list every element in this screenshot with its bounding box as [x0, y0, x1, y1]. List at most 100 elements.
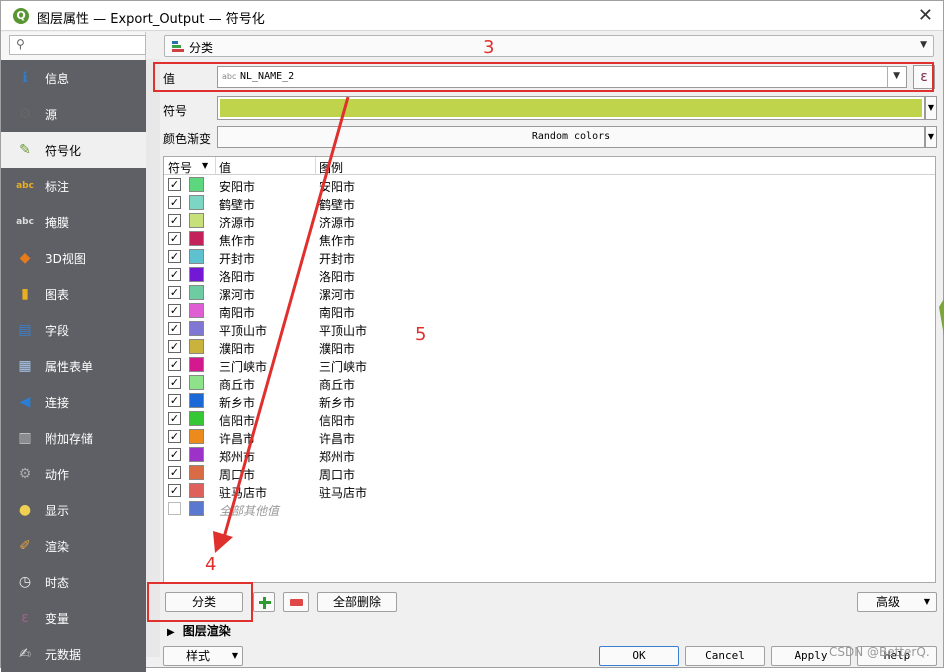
row-legend[interactable]: 信阳市 — [319, 412, 355, 429]
sidebar-item[interactable]: ✐ 渲染 — [1, 528, 146, 564]
symbol-swatch[interactable] — [189, 195, 204, 210]
row-legend[interactable]: 驻马店市 — [319, 484, 367, 501]
row-value[interactable]: 鹤壁市 — [219, 196, 255, 213]
row-checkbox[interactable]: ✓ — [168, 358, 181, 371]
row-checkbox[interactable]: ✓ — [168, 196, 181, 209]
table-row[interactable]: ✓ 驻马店市 驻马店市 — [164, 482, 935, 500]
row-checkbox[interactable]: ✓ — [168, 232, 181, 245]
symbol-swatch[interactable] — [189, 285, 204, 300]
row-value[interactable]: 济源市 — [219, 214, 255, 231]
table-row[interactable]: ✓ 濮阳市 濮阳市 — [164, 338, 935, 356]
row-checkbox[interactable]: ✓ — [168, 430, 181, 443]
row-checkbox[interactable]: ✓ — [168, 394, 181, 407]
symbol-swatch[interactable] — [189, 339, 204, 354]
row-value[interactable]: 信阳市 — [219, 412, 255, 429]
table-row[interactable]: ✓ 平顶山市 平顶山市 — [164, 320, 935, 338]
ok-button[interactable]: OK — [599, 646, 679, 666]
symbol-swatch[interactable] — [189, 393, 204, 408]
row-legend[interactable]: 周口市 — [319, 466, 355, 483]
advanced-button[interactable]: 高级 ▼ — [857, 592, 937, 612]
sidebar-item[interactable]: ▦ 属性表单 — [1, 348, 146, 384]
row-checkbox[interactable]: ✓ — [168, 268, 181, 281]
sidebar-item[interactable]: abc 掩膜 — [1, 204, 146, 240]
renderer-type-select[interactable]: 分类 ▼ — [164, 35, 934, 57]
sidebar-item[interactable]: ⚙ 动作 — [1, 456, 146, 492]
table-row[interactable]: ✓ 济源市 济源市 — [164, 212, 935, 230]
row-checkbox[interactable]: ✓ — [168, 448, 181, 461]
row-value[interactable]: 濮阳市 — [219, 340, 255, 357]
symbol-swatch[interactable] — [189, 321, 204, 336]
layer-rendering-section[interactable]: ▶ 图层渲染 — [167, 622, 231, 639]
row-checkbox[interactable]: ✓ — [168, 286, 181, 299]
symbol-swatch[interactable] — [189, 501, 204, 516]
search-input[interactable]: ⚲ — [9, 35, 146, 55]
sidebar-item[interactable]: ✎ 符号化 — [1, 132, 146, 168]
symbol-swatch[interactable] — [189, 411, 204, 426]
color-ramp-select[interactable]: Random colors — [217, 126, 925, 148]
table-row[interactable]: ✓ 许昌市 许昌市 — [164, 428, 935, 446]
row-legend[interactable]: 开封市 — [319, 250, 355, 267]
table-row[interactable]: ✓ 漯河市 漯河市 — [164, 284, 935, 302]
row-value[interactable]: 平顶山市 — [219, 322, 267, 339]
row-value[interactable]: 安阳市 — [219, 178, 255, 195]
row-legend[interactable]: 濮阳市 — [319, 340, 355, 357]
symbol-swatch[interactable] — [189, 429, 204, 444]
table-row[interactable]: ✓ 鹤壁市 鹤壁市 — [164, 194, 935, 212]
sidebar-item[interactable]: ◀ 连接 — [1, 384, 146, 420]
column-header-legend[interactable]: 图例 — [319, 159, 343, 176]
sidebar-item[interactable]: ⚙ 源 — [1, 96, 146, 132]
sidebar-item[interactable]: ε 变量 — [1, 600, 146, 636]
symbol-button[interactable] — [217, 96, 925, 120]
table-row[interactable]: ✓ 商丘市 商丘市 — [164, 374, 935, 392]
row-value[interactable]: 三门峡市 — [219, 358, 267, 375]
row-legend[interactable]: 许昌市 — [319, 430, 355, 447]
color-ramp-dropdown-arrow[interactable]: ▼ — [925, 126, 937, 148]
sidebar-item[interactable]: ● 显示 — [1, 492, 146, 528]
row-legend[interactable]: 新乡市 — [319, 394, 355, 411]
symbol-swatch[interactable] — [189, 177, 204, 192]
sidebar-scrollbar[interactable] — [146, 59, 160, 657]
add-category-button[interactable] — [253, 592, 275, 612]
row-value[interactable]: 南阳市 — [219, 304, 255, 321]
table-row[interactable]: ✓ 周口市 周口市 — [164, 464, 935, 482]
row-checkbox[interactable]: ✓ — [168, 412, 181, 425]
sidebar-item[interactable]: ℹ 信息 — [1, 60, 146, 96]
row-checkbox[interactable]: ✓ — [168, 178, 181, 191]
symbol-dropdown-arrow[interactable]: ▼ — [925, 96, 937, 120]
symbol-swatch[interactable] — [189, 267, 204, 282]
row-checkbox[interactable]: ✓ — [168, 250, 181, 263]
table-row[interactable]: ✓ 信阳市 信阳市 — [164, 410, 935, 428]
row-legend[interactable]: 洛阳市 — [319, 268, 355, 285]
row-checkbox[interactable]: ✓ — [168, 304, 181, 317]
row-legend[interactable]: 焦作市 — [319, 232, 355, 249]
table-row[interactable]: ✓ 洛阳市 洛阳市 — [164, 266, 935, 284]
row-value[interactable]: 焦作市 — [219, 232, 255, 249]
symbol-swatch[interactable] — [189, 231, 204, 246]
style-menu-button[interactable]: 样式 ▼ — [163, 646, 243, 666]
symbol-swatch[interactable] — [189, 249, 204, 264]
table-row[interactable]: ✓ 三门峡市 三门峡市 — [164, 356, 935, 374]
table-row[interactable]: 全部其他值 — [164, 500, 935, 518]
close-icon[interactable]: ✕ — [918, 5, 933, 26]
table-row[interactable]: ✓ 安阳市 安阳市 — [164, 176, 935, 194]
row-value[interactable]: 开封市 — [219, 250, 255, 267]
row-value[interactable]: 新乡市 — [219, 394, 255, 411]
row-legend[interactable]: 郑州市 — [319, 448, 355, 465]
row-legend[interactable]: 南阳市 — [319, 304, 355, 321]
row-legend[interactable]: 三门峡市 — [319, 358, 367, 375]
delete-all-button[interactable]: 全部删除 — [317, 592, 397, 612]
sidebar-item[interactable]: ◷ 时态 — [1, 564, 146, 600]
sidebar-item[interactable]: ▤ 字段 — [1, 312, 146, 348]
row-legend[interactable]: 商丘市 — [319, 376, 355, 393]
sidebar-item[interactable]: ▮ 图表 — [1, 276, 146, 312]
row-value[interactable]: 全部其他值 — [219, 502, 279, 519]
row-checkbox[interactable]: ✓ — [168, 322, 181, 335]
column-header-value[interactable]: 值 — [219, 159, 231, 176]
symbol-swatch[interactable] — [189, 213, 204, 228]
delete-category-button[interactable] — [283, 592, 309, 612]
column-header-symbol[interactable]: 符号 — [168, 159, 192, 176]
row-value[interactable]: 漯河市 — [219, 286, 255, 303]
row-checkbox[interactable]: ✓ — [168, 376, 181, 389]
row-value[interactable]: 洛阳市 — [219, 268, 255, 285]
row-checkbox[interactable] — [168, 502, 181, 515]
